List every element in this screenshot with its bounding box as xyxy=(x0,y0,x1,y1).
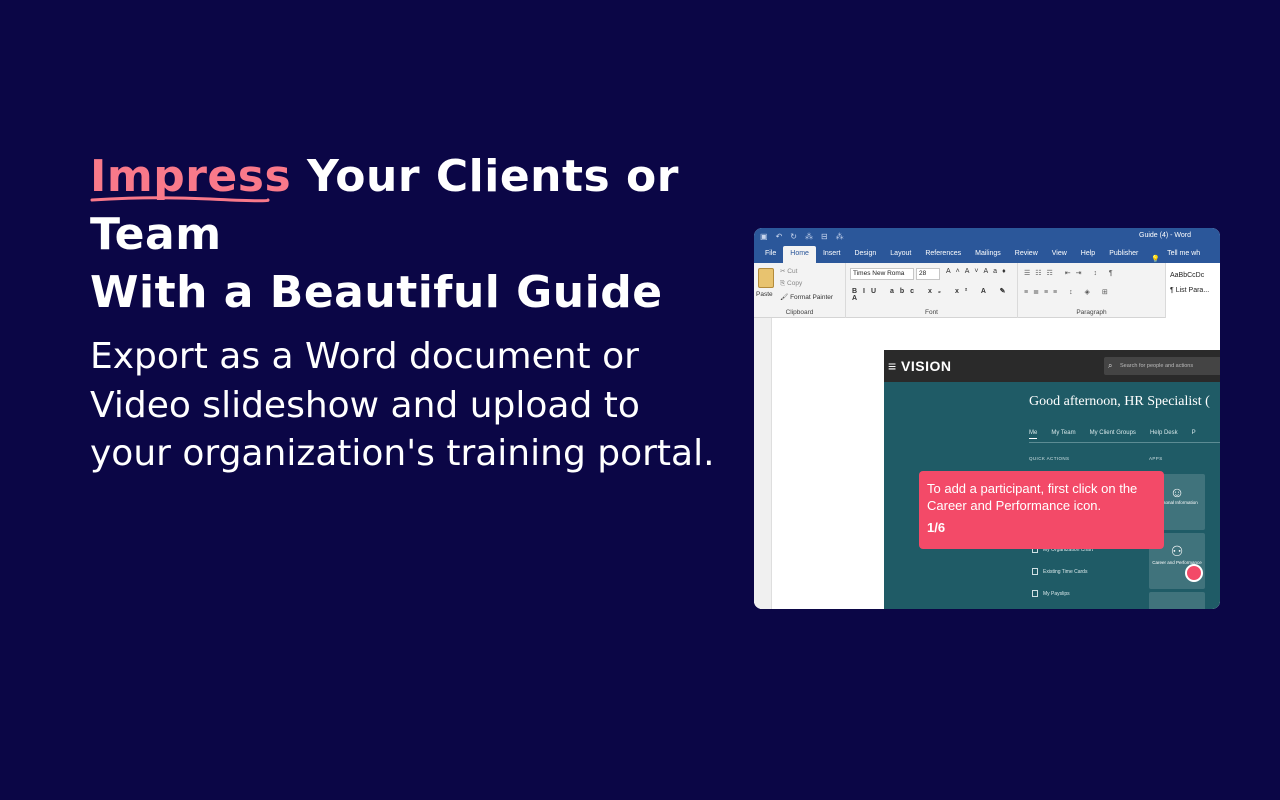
quick-action-label: Existing Time Cards xyxy=(1043,568,1088,575)
paste-button[interactable]: Paste xyxy=(756,291,773,298)
tab-references[interactable]: References xyxy=(918,246,968,263)
save-icon: ▣ xyxy=(760,232,768,241)
font-format-buttons[interactable]: BIU abc x₂ x² A ✎ A xyxy=(852,287,1017,302)
app-search-input[interactable]: ⌕ Search for people and actions xyxy=(1104,357,1220,375)
embedded-app-screenshot: ≡ VISION ⌕ Search for people and actions… xyxy=(884,350,1220,609)
copy-label: Copy xyxy=(787,280,803,287)
quick-action-payslips[interactable]: My Payslips xyxy=(1032,590,1070,597)
word-screenshot: ▣ ↶ ↻ ⁂ ⊟ ⁂ Guide (4) - Word File Home I… xyxy=(754,228,1220,609)
lightbulb-icon: 💡 xyxy=(1151,256,1161,263)
list-buttons[interactable]: ☰☷☶ ⇤⇥ ↕ ¶ xyxy=(1024,269,1118,277)
headline-accent-word: Impress xyxy=(90,148,291,206)
app-tab-help-desk[interactable]: Help Desk xyxy=(1150,430,1178,439)
style-sample: AaBbCcDc xyxy=(1170,272,1205,279)
document-title: Guide (4) - Word xyxy=(1139,232,1191,239)
align-buttons[interactable]: ≡≣≡≡ ↕ ◈ ⊞ xyxy=(1024,288,1113,296)
styles-group: AaBbCcDc ¶ List Para... xyxy=(1166,263,1220,318)
app-search-placeholder: Search for people and actions xyxy=(1120,363,1194,369)
paragraph-group: ☰☷☶ ⇤⇥ ↕ ¶ ≡≣≡≡ ↕ ◈ ⊞ Paragraph xyxy=(1018,263,1166,318)
app-greeting: Good afternoon, HR Specialist ( xyxy=(1029,394,1210,409)
chart-icon: ▁▃ xyxy=(1149,602,1205,609)
copy-button[interactable]: ⎘ Copy xyxy=(780,280,802,288)
font-size-controls[interactable]: A˄A˅Aa♦ xyxy=(946,268,1011,275)
guide-callout: To add a participant, first click on the… xyxy=(919,471,1164,549)
paste-icon[interactable] xyxy=(758,268,774,288)
quick-action-label: My Payslips xyxy=(1043,590,1070,597)
format-painter-button[interactable]: 🖌 Format Painter xyxy=(780,293,833,301)
app-tabs: Me My Team My Client Groups Help Desk P xyxy=(1029,430,1196,439)
cut-button[interactable]: ✂ Cut xyxy=(780,267,797,275)
format-painter-label: Format Painter xyxy=(790,294,834,301)
app-tab-my-client-groups[interactable]: My Client Groups xyxy=(1090,430,1136,439)
redo-icon: ↻ xyxy=(790,232,797,241)
tab-file[interactable]: File xyxy=(758,246,783,263)
quick-actions-label: QUICK ACTIONS xyxy=(1029,456,1070,461)
app-logo: ≡ VISION xyxy=(888,358,952,374)
tab-review[interactable]: Review xyxy=(1008,246,1045,263)
app-header: ≡ VISION ⌕ Search for people and actions xyxy=(884,350,1220,382)
headline-line2: With a Beautiful Guide xyxy=(90,267,663,318)
font-label: Font xyxy=(924,309,938,316)
tab-insert[interactable]: Insert xyxy=(816,246,848,263)
accent-underline-icon xyxy=(90,196,270,203)
app-tabs-divider xyxy=(1029,442,1220,443)
tab-design[interactable]: Design xyxy=(847,246,883,263)
font-family-select[interactable]: Times New Roma xyxy=(850,268,914,280)
tab-publisher[interactable]: Publisher xyxy=(1102,246,1145,263)
tab-help[interactable]: Help xyxy=(1074,246,1102,263)
tree-icon: ⁂ xyxy=(835,232,844,241)
paragraph-label: Paragraph xyxy=(1076,309,1107,316)
quick-action-time-cards[interactable]: Existing Time Cards xyxy=(1032,568,1087,575)
layout-icon: ⊟ xyxy=(820,232,828,241)
search-icon: ⌕ xyxy=(1108,361,1113,370)
tell-me-search[interactable]: Tell me wh xyxy=(1160,246,1207,263)
headline: Impress Your Clients or Team With a Beau… xyxy=(90,148,810,322)
callout-text: To add a participant, first click on the… xyxy=(927,481,1138,513)
body-text: Export as a Word document or Video slide… xyxy=(90,336,715,474)
style-list-paragraph[interactable]: AaBbCcDc ¶ List Para... xyxy=(1170,268,1209,298)
tab-view[interactable]: View xyxy=(1045,246,1074,263)
ribbon: Paste ✂ Cut ⎘ Copy 🖌 Format Painter Clip… xyxy=(754,263,1220,318)
clipboard-label: Clipboard xyxy=(785,309,814,316)
callout-step-counter: 1/6 xyxy=(927,520,946,535)
tab-mailings[interactable]: Mailings xyxy=(968,246,1008,263)
style-name: ¶ List Para... xyxy=(1170,287,1210,294)
document-area: ≡ VISION ⌕ Search for people and actions… xyxy=(754,318,1220,609)
hotspot-marker[interactable] xyxy=(1185,564,1203,582)
clipboard-group: Paste ✂ Cut ⎘ Copy 🖌 Format Painter Clip… xyxy=(754,263,846,318)
font-size-select[interactable]: 28 xyxy=(916,268,940,280)
word-titlebar: ▣ ↶ ↻ ⁂ ⊟ ⁂ Guide (4) - Word xyxy=(754,228,1220,245)
tab-home[interactable]: Home xyxy=(783,246,816,263)
apps-label: APPS xyxy=(1149,456,1163,461)
undo-icon: ↶ xyxy=(775,232,783,241)
share-icon: ⁂ xyxy=(804,232,813,241)
document-ruler xyxy=(754,318,772,609)
time-card-icon xyxy=(1032,568,1038,575)
ribbon-tabs: File Home Insert Design Layout Reference… xyxy=(754,245,1220,263)
app-tab-me[interactable]: Me xyxy=(1029,430,1038,439)
font-group: Times New Roma 28 A˄A˅Aa♦ BIU abc x₂ x² … xyxy=(846,263,1018,318)
tile-analytics[interactable]: ▁▃ xyxy=(1149,592,1205,609)
cut-label: Cut xyxy=(787,268,798,275)
app-tab-my-team[interactable]: My Team xyxy=(1051,430,1075,439)
tab-layout[interactable]: Layout xyxy=(883,246,918,263)
app-tab-more[interactable]: P xyxy=(1192,430,1196,439)
payslip-icon xyxy=(1032,590,1038,597)
